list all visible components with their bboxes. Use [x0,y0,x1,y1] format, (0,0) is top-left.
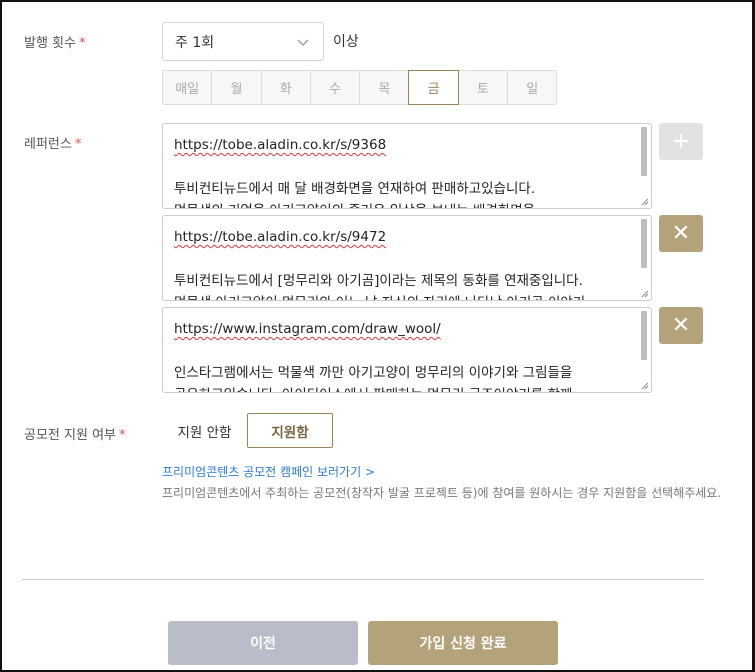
day-option-sun[interactable]: 일 [507,70,558,105]
frequency-select[interactable]: 주 1회 [162,22,324,61]
reference-label: 레퍼런스 * [24,137,82,152]
reference-url: https://www.instagram.com/draw_wool/ [174,321,441,337]
chevron-down-icon [297,39,309,46]
reference-text: 먹물색 아기고양이 멍무리와 어느 날 자신의 자리에 나타난 아기곰 이야기 [174,292,629,300]
frequency-suffix: 이상 [333,34,359,50]
remove-reference-button[interactable]: ✕ [659,215,703,252]
contest-option-no[interactable]: 지원 안함 [162,413,247,448]
day-option-sat[interactable]: 토 [457,70,509,105]
day-option-wed[interactable]: 수 [309,70,361,105]
required-mark: * [119,428,126,443]
day-option-mon[interactable]: 월 [211,70,262,105]
reference-text: 인스타그램에서는 먹물색 까만 아기고양이 멍무리의 이야기와 그림들을 [174,365,573,381]
resize-grip-icon[interactable] [641,290,649,298]
add-reference-button[interactable]: + [659,123,703,160]
reference-text: 투비컨티뉴드에서 [멍무리와 아기곰]이라는 제목의 동화를 연재중입니다. [174,273,583,289]
day-option-daily[interactable]: 매일 [162,70,213,105]
contest-toggle: 지원 안함 지원함 [162,413,333,448]
reference-url: https://tobe.aladin.co.kr/s/9472 [174,229,387,245]
submit-button[interactable]: 가입 신청 완료 [368,621,558,665]
scrollbar-thumb[interactable] [641,127,647,176]
reference-text: 투비컨티뉴드에서 매 달 배경화면을 연재하여 판매하고있습니다. [174,181,536,197]
scrollbar-thumb[interactable] [641,311,647,360]
day-option-tue[interactable]: 화 [260,70,311,105]
reference-textarea[interactable]: https://tobe.aladin.co.kr/s/9368 투비컨티뉴드에… [162,123,652,209]
resize-grip-icon[interactable] [641,382,649,390]
reference-textarea[interactable]: https://tobe.aladin.co.kr/s/9472 투비컨티뉴드에… [162,215,652,301]
contest-label: 공모전 지원 여부 * [24,428,126,443]
frequency-select-value: 주 1회 [175,34,215,51]
reference-textarea[interactable]: https://www.instagram.com/draw_wool/ 인스타… [162,307,652,393]
remove-reference-button[interactable]: ✕ [659,307,703,344]
day-option-fri[interactable]: 금 [408,70,459,105]
contest-campaign-link[interactable]: 프리미엄콘텐츠 공모전 캠페인 보러가기 > [162,463,375,480]
day-selector: 매일 월 화 수 목 금 토 일 [162,70,558,105]
reference-text: 먹물색의 기억을 아기고양이의 즐거운 일상을 보내는 배경화면을 [174,200,629,208]
reference-url: https://tobe.aladin.co.kr/s/9368 [174,137,387,153]
reference-text: 공유하고있습니다. 아이디어스에서 판매하는 멍무리 굿즈이야기를 함께 [174,384,629,392]
scrollbar-thumb[interactable] [641,219,647,268]
resize-grip-icon[interactable] [641,198,649,206]
frequency-label: 발행 횟수 * [24,36,86,51]
required-mark: * [78,36,86,51]
divider [22,579,704,580]
required-mark: * [74,137,82,152]
contest-description: 프리미엄콘텐츠에서 주최하는 공모전(창작자 발굴 프로젝트 등)에 참여를 원… [162,486,722,500]
prev-button[interactable]: 이전 [168,621,358,665]
day-option-thu[interactable]: 목 [359,70,410,105]
contest-option-yes[interactable]: 지원함 [247,413,333,448]
